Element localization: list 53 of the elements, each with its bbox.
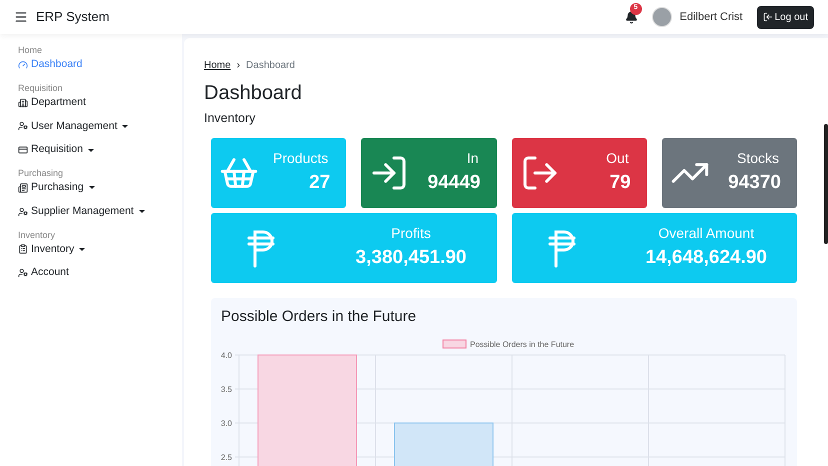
notification-bell-icon[interactable] [624,10,638,24]
clipboard-icon [18,244,28,254]
stat-label: In [466,149,480,168]
breadcrumb-separator: › [236,59,240,73]
user-gear-icon [18,121,28,132]
stat-label: Out [606,149,630,168]
user-gear-icon [18,206,28,217]
gauge-icon [18,60,28,70]
sidebar-section-label: Home [18,44,44,57]
stat-value: 94449 [428,171,480,195]
user-name: Edilbert Crist [680,10,743,25]
axis-tick-label: 2.5 [220,453,232,462]
amount-value: 14,648,624.90 [645,246,767,270]
avatar [652,7,672,27]
logout-button[interactable]: Log out [756,6,814,28]
peso-sign-icon [247,228,277,268]
newspaper-icon [18,182,28,193]
amount-label: Overall Amount [658,224,754,243]
stat-label: Products [273,149,330,168]
sidebar-item[interactable]: Inventory [18,242,86,258]
sidebar-item[interactable]: Purchasing [18,180,95,196]
stat-label: Stocks [736,149,780,168]
building-icon [18,98,28,108]
chart-title: Possible Orders in the Future [220,306,418,327]
menu-icon[interactable] [14,10,28,24]
axis-tick-label: 3.0 [220,419,232,428]
chart-legend: Possible Orders in the Future [442,340,574,350]
sidebar-item[interactable]: Department [18,94,86,110]
breadcrumb-current: Dashboard [246,59,295,73]
sidebar-section-label: Purchasing [18,167,64,180]
logout-icon [762,12,773,22]
app-title: ERP System [36,8,110,26]
peso-sign-icon [548,228,578,268]
amount-label: Profits [391,224,431,243]
section-title: Inventory [204,110,256,127]
sidebar-section-label: Requisition [18,82,64,95]
page-title: Dashboard [204,81,303,106]
sidebar-item[interactable]: Requisition [18,142,94,158]
user-gear-icon [18,268,28,278]
card-icon [18,145,28,156]
sidebar-item[interactable]: User Management [18,118,128,134]
amount-value: 3,380,451.90 [356,246,466,270]
axis-tick-label: 3.5 [220,385,232,394]
breadcrumb-link[interactable]: Home [204,58,231,73]
stat-value: 27 [309,171,330,195]
sidebar-item[interactable]: Account [18,265,69,281]
stat-value: 79 [610,171,631,195]
sidebar-item[interactable]: Dashboard [18,57,82,73]
sidebar-item[interactable]: Supplier Management [18,204,145,220]
legend-label: Possible Orders in the Future [470,340,575,350]
stat-value: 94370 [728,171,781,195]
sidebar-section-label: Inventory [18,228,56,242]
axis-tick-label: 4.0 [220,351,232,360]
